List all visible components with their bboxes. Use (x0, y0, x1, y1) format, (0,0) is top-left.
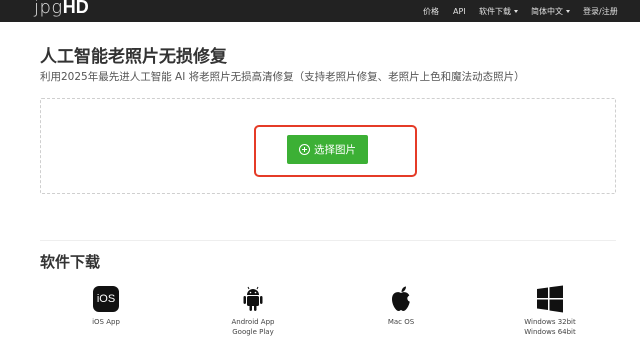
nav-dropdown-language[interactable]: 简体中文 (531, 0, 570, 22)
windows-label-line1: Windows 32bit (524, 318, 576, 326)
ios-label: iOS App (92, 318, 120, 326)
download-windows[interactable]: Windows 32bit Windows 64bit (505, 284, 595, 337)
site-logo[interactable]: jpgHD (34, 0, 89, 19)
download-android[interactable]: Android App Google Play (208, 284, 298, 337)
top-navbar: jpgHD 价格 API 软件下载 简体中文 登录/注册 (0, 0, 640, 22)
logo-text-hd: HD (62, 0, 89, 17)
android-icon (238, 284, 268, 314)
nav-link-login[interactable]: 登录/注册 (583, 0, 618, 22)
page-title: 人工智能老照片无损修复 (40, 47, 227, 67)
nav-software-download-label: 软件下载 (479, 6, 511, 16)
android-label-line1: Android App (231, 318, 275, 326)
mac-label: Mac OS (387, 318, 415, 326)
ios-badge-text: iOS (93, 286, 119, 312)
nav-api-label: API (453, 6, 466, 16)
section-divider (40, 240, 616, 241)
android-label-line2: Google Play (232, 328, 274, 336)
logo-text-jpg: jpg (34, 0, 63, 18)
select-image-label: 选择图片 (314, 144, 356, 156)
windows-icon (535, 284, 565, 314)
nav-login-label: 登录/注册 (583, 6, 618, 16)
apple-icon (386, 284, 416, 314)
nav-link-api[interactable]: API (453, 0, 466, 22)
download-ios[interactable]: iOS iOS App (61, 284, 151, 327)
plus-circle-icon (299, 144, 310, 155)
windows-label: Windows 32bit Windows 64bit (524, 317, 576, 337)
download-mac[interactable]: Mac OS (356, 284, 446, 327)
page-subtitle: 利用2025年最先进人工智能 AI 将老照片无损高清修复（支持老照片修复、老照片… (40, 71, 525, 83)
caret-down-icon (566, 9, 570, 13)
nav-dropdown-software-download[interactable]: 软件下载 (479, 0, 518, 22)
downloads-section-title: 软件下载 (40, 253, 101, 271)
android-label: Android App Google Play (232, 317, 275, 337)
windows-label-line2: Windows 64bit (524, 328, 576, 336)
select-image-button[interactable]: 选择图片 (287, 135, 368, 164)
nav-pricing-label: 价格 (423, 6, 439, 16)
nav-language-label: 简体中文 (531, 6, 563, 16)
nav-link-pricing[interactable]: 价格 (423, 0, 439, 22)
caret-down-icon (514, 9, 518, 13)
ios-icon: iOS (91, 284, 121, 314)
